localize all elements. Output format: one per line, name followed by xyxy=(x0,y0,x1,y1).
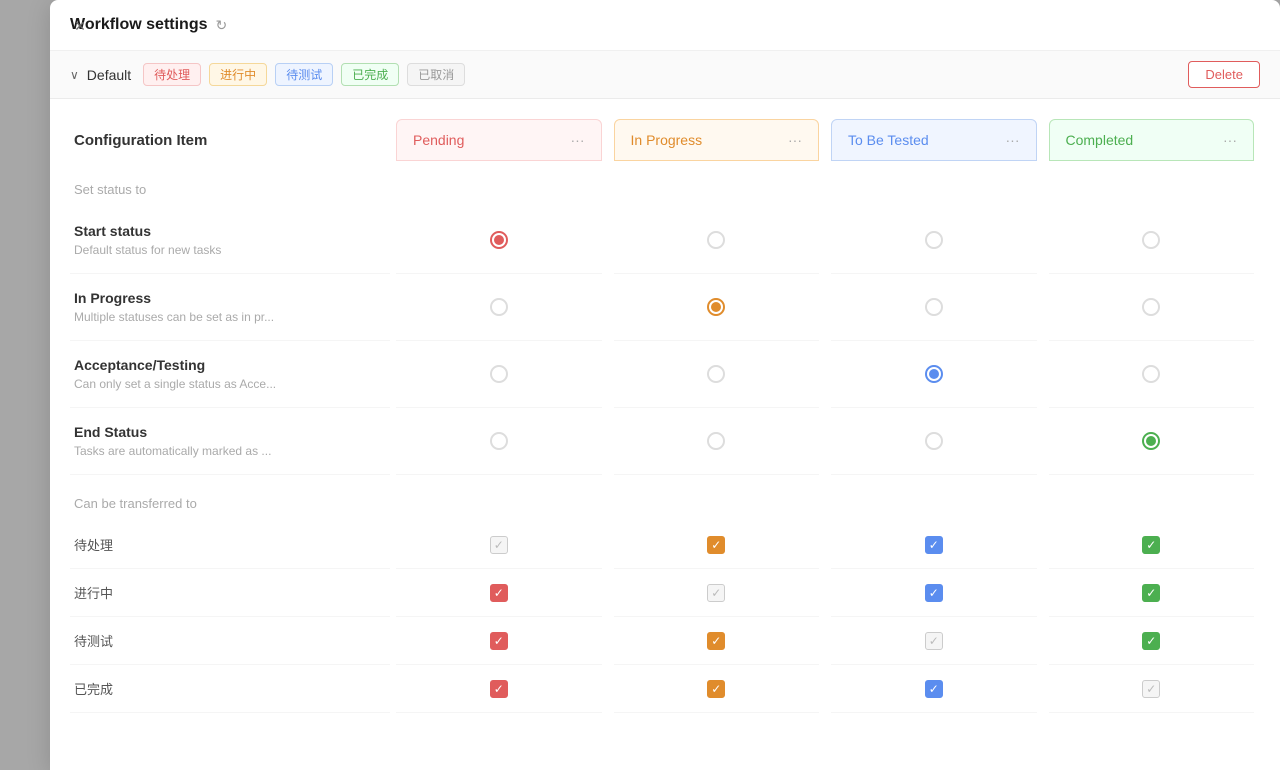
chevron-icon[interactable]: ∨ xyxy=(70,68,79,82)
column-header-completed: Completed ··· xyxy=(1049,119,1255,161)
inprogress-tobetested-radio[interactable] xyxy=(831,274,1037,341)
inprogress-completed-radio[interactable] xyxy=(1049,274,1255,341)
cb-tobetested-inprogress[interactable]: ✓ xyxy=(707,632,725,650)
inprogress-inprogress-radio[interactable] xyxy=(614,274,820,341)
cb-inprogress-inprogress[interactable]: ✓ xyxy=(707,584,725,602)
start-status-config-item: Start status Default status for new task… xyxy=(70,207,390,274)
tag-completed[interactable]: 已完成 xyxy=(341,63,399,86)
start-status-tobetested-radio[interactable] xyxy=(831,207,1037,274)
cb-pending-tobetested[interactable]: ✓ xyxy=(925,536,943,554)
tag-cancelled[interactable]: 已取消 xyxy=(407,63,465,86)
transfer-label-pending: 待处理 xyxy=(70,521,390,569)
tag-inprogress[interactable]: 进行中 xyxy=(209,63,267,86)
cb-completed-pending[interactable]: ✓ xyxy=(490,680,508,698)
pending-menu-icon[interactable]: ··· xyxy=(571,132,585,148)
end-status-inprogress-radio[interactable] xyxy=(614,408,820,475)
workflow-name: Default xyxy=(87,67,131,83)
transfer-tobetested-inprogress[interactable]: ✓ xyxy=(614,617,820,665)
transfer-completed-tobetested[interactable]: ✓ xyxy=(831,665,1037,713)
transfer-tobetested-tobetested[interactable]: ✓ xyxy=(831,617,1037,665)
radio-inprogress-inprogress[interactable] xyxy=(707,298,725,316)
workflow-settings-modal: × Workflow settings ↻ ∨ Default 待处理 进行中 … xyxy=(50,0,1280,770)
transfer-tobetested-completed[interactable]: ✓ xyxy=(1049,617,1255,665)
settings-grid: Configuration Item Pending ··· In Progre… xyxy=(70,119,1260,713)
content-area: Configuration Item Pending ··· In Progre… xyxy=(50,99,1280,770)
radio-acceptance-completed[interactable] xyxy=(1142,365,1160,383)
can-transfer-section: Can be transferred to xyxy=(70,475,1260,521)
acceptance-config-item: Acceptance/Testing Can only set a single… xyxy=(70,341,390,408)
transfer-completed-completed[interactable]: ✓ xyxy=(1049,665,1255,713)
cb-completed-completed[interactable]: ✓ xyxy=(1142,680,1160,698)
cb-pending-pending[interactable]: ✓ xyxy=(490,536,508,554)
toolbar: ∨ Default 待处理 进行中 待测试 已完成 已取消 Delete xyxy=(50,51,1280,99)
radio-start-inprogress[interactable] xyxy=(707,231,725,249)
transfer-inprogress-tobetested[interactable]: ✓ xyxy=(831,569,1037,617)
radio-inprogress-completed[interactable] xyxy=(1142,298,1160,316)
inprogress-config-item: In Progress Multiple statuses can be set… xyxy=(70,274,390,341)
transfer-tobetested-pending[interactable]: ✓ xyxy=(396,617,602,665)
inprogress-pending-radio[interactable] xyxy=(396,274,602,341)
radio-end-completed[interactable] xyxy=(1142,432,1160,450)
cb-inprogress-tobetested[interactable]: ✓ xyxy=(925,584,943,602)
tobetested-menu-icon[interactable]: ··· xyxy=(1006,132,1020,148)
end-status-completed-radio[interactable] xyxy=(1049,408,1255,475)
transfer-inprogress-completed[interactable]: ✓ xyxy=(1049,569,1255,617)
refresh-icon[interactable]: ↻ xyxy=(216,17,232,33)
column-header-pending: Pending ··· xyxy=(396,119,602,161)
cb-pending-inprogress[interactable]: ✓ xyxy=(707,536,725,554)
radio-acceptance-inprogress[interactable] xyxy=(707,365,725,383)
start-status-pending-radio[interactable] xyxy=(396,207,602,274)
delete-button[interactable]: Delete xyxy=(1188,61,1260,88)
cb-inprogress-pending[interactable]: ✓ xyxy=(490,584,508,602)
acceptance-inprogress-radio[interactable] xyxy=(614,341,820,408)
end-status-tobetested-radio[interactable] xyxy=(831,408,1037,475)
modal-header: Workflow settings ↻ xyxy=(50,0,1280,51)
acceptance-tobetested-radio[interactable] xyxy=(831,341,1037,408)
radio-start-tobetested[interactable] xyxy=(925,231,943,249)
radio-acceptance-pending[interactable] xyxy=(490,365,508,383)
transfer-label-inprogress: 进行中 xyxy=(70,569,390,617)
radio-start-completed[interactable] xyxy=(1142,231,1160,249)
end-status-config-item: End Status Tasks are automatically marke… xyxy=(70,408,390,475)
cb-tobetested-tobetested[interactable]: ✓ xyxy=(925,632,943,650)
radio-acceptance-tobetested[interactable] xyxy=(925,365,943,383)
radio-inprogress-pending[interactable] xyxy=(490,298,508,316)
transfer-pending-inprogress[interactable]: ✓ xyxy=(614,521,820,569)
acceptance-pending-radio[interactable] xyxy=(396,341,602,408)
column-header-tobetested: To Be Tested ··· xyxy=(831,119,1037,161)
tag-pending[interactable]: 待处理 xyxy=(143,63,201,86)
transfer-pending-tobetested[interactable]: ✓ xyxy=(831,521,1037,569)
cb-tobetested-completed[interactable]: ✓ xyxy=(1142,632,1160,650)
transfer-pending-pending[interactable]: ✓ xyxy=(396,521,602,569)
transfer-label-completed: 已完成 xyxy=(70,665,390,713)
transfer-label-tobetested: 待测试 xyxy=(70,617,390,665)
radio-start-pending[interactable] xyxy=(490,231,508,249)
set-status-section: Set status to xyxy=(70,161,1260,207)
completed-menu-icon[interactable]: ··· xyxy=(1223,132,1237,148)
cb-completed-tobetested[interactable]: ✓ xyxy=(925,680,943,698)
cb-completed-inprogress[interactable]: ✓ xyxy=(707,680,725,698)
config-item-header: Configuration Item xyxy=(70,119,390,161)
column-header-inprogress: In Progress ··· xyxy=(614,119,820,161)
cb-inprogress-completed[interactable]: ✓ xyxy=(1142,584,1160,602)
transfer-completed-inprogress[interactable]: ✓ xyxy=(614,665,820,713)
start-status-completed-radio[interactable] xyxy=(1049,207,1255,274)
transfer-pending-completed[interactable]: ✓ xyxy=(1049,521,1255,569)
radio-end-pending[interactable] xyxy=(490,432,508,450)
cb-pending-completed[interactable]: ✓ xyxy=(1142,536,1160,554)
transfer-inprogress-pending[interactable]: ✓ xyxy=(396,569,602,617)
transfer-completed-pending[interactable]: ✓ xyxy=(396,665,602,713)
tag-tobetested[interactable]: 待测试 xyxy=(275,63,333,86)
end-status-pending-radio[interactable] xyxy=(396,408,602,475)
start-status-inprogress-radio[interactable] xyxy=(614,207,820,274)
radio-end-inprogress[interactable] xyxy=(707,432,725,450)
inprogress-menu-icon[interactable]: ··· xyxy=(788,132,802,148)
cb-tobetested-pending[interactable]: ✓ xyxy=(490,632,508,650)
transfer-inprogress-inprogress[interactable]: ✓ xyxy=(614,569,820,617)
radio-end-tobetested[interactable] xyxy=(925,432,943,450)
radio-inprogress-tobetested[interactable] xyxy=(925,298,943,316)
acceptance-completed-radio[interactable] xyxy=(1049,341,1255,408)
close-button[interactable]: × xyxy=(68,14,92,38)
